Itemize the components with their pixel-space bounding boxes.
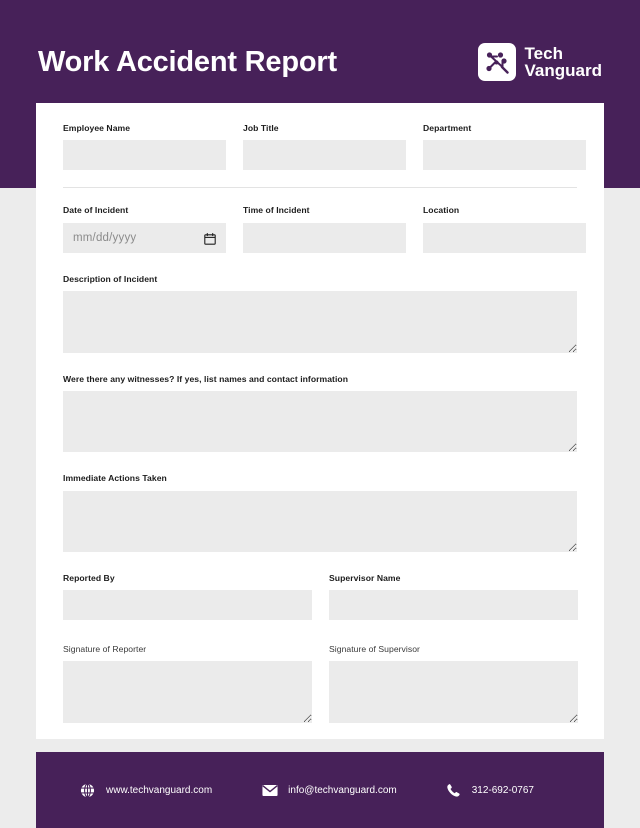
field-reported-by: Reported By: [63, 573, 312, 620]
label-description-of-incident: Description of Incident: [63, 273, 158, 284]
row-identity: Employee Name Job Title Department: [63, 123, 586, 171]
form-card: Employee Name Job Title Department Date …: [36, 103, 604, 740]
row-signatures: Signature of Reporter Signature of Super…: [63, 643, 578, 724]
input-job-title[interactable]: [243, 140, 406, 171]
field-location: Location: [423, 205, 586, 253]
report-page: Work Accident Report Tech Vanguard Emplo…: [0, 0, 640, 828]
label-immediate-actions: Immediate Actions Taken: [63, 473, 167, 484]
field-employee-name: Employee Name: [63, 123, 226, 171]
input-signature-supervisor[interactable]: [329, 661, 578, 724]
field-time-of-incident: Time of Incident: [243, 205, 406, 253]
input-immediate-actions[interactable]: [63, 490, 577, 552]
brand-logo: Tech Vanguard: [477, 43, 602, 81]
input-date-of-incident[interactable]: mm/dd/yyyy: [63, 222, 226, 253]
row-incident: Date of Incident mm/dd/yyyy Time of Inci…: [63, 205, 586, 253]
contact-phone[interactable]: 312-692-0767: [445, 782, 534, 799]
field-witnesses: Were there any witnesses? If yes, list n…: [63, 373, 577, 453]
field-signature-supervisor: Signature of Supervisor: [329, 643, 578, 724]
page-title: Work Accident Report: [38, 45, 337, 78]
field-supervisor-name: Supervisor Name: [329, 573, 578, 620]
contact-website[interactable]: www.techvanguard.com: [79, 782, 212, 799]
label-time-of-incident: Time of Incident: [243, 205, 310, 216]
label-location: Location: [423, 205, 460, 216]
globe-icon: [79, 782, 96, 799]
contact-website-text: www.techvanguard.com: [106, 784, 213, 796]
footer-band: www.techvanguard.com info@techvanguard.c…: [36, 752, 604, 828]
label-job-title: Job Title: [243, 123, 279, 133]
field-description-of-incident: Description of Incident: [63, 274, 577, 353]
input-reported-by[interactable]: [63, 589, 312, 620]
phone-icon: [445, 782, 462, 799]
calendar-icon[interactable]: [204, 232, 216, 245]
date-placeholder-text: mm/dd/yyyy: [73, 231, 137, 244]
field-job-title: Job Title: [243, 123, 406, 171]
label-reported-by: Reported By: [63, 572, 115, 583]
field-immediate-actions: Immediate Actions Taken: [63, 473, 577, 552]
input-employee-name[interactable]: [63, 140, 226, 171]
field-signature-reporter: Signature of Reporter: [63, 643, 312, 724]
input-supervisor-name[interactable]: [329, 589, 578, 620]
label-witnesses: Were there any witnesses? If yes, list n…: [63, 373, 349, 384]
field-date-of-incident: Date of Incident mm/dd/yyyy: [63, 205, 226, 253]
input-signature-reporter[interactable]: [63, 661, 312, 724]
circuit-nodes-icon: [477, 43, 516, 81]
field-department: Department: [423, 123, 586, 171]
row-reporters: Reported By Supervisor Name: [63, 573, 578, 620]
label-employee-name: Employee Name: [63, 123, 131, 133]
contact-email-text: info@techvanguard.com: [288, 784, 397, 796]
envelope-icon: [261, 782, 278, 799]
brand-name: Tech Vanguard: [524, 43, 602, 80]
input-department[interactable]: [423, 140, 586, 171]
contact-phone-text: 312-692-0767: [471, 784, 534, 796]
brand-name-line2: Vanguard: [524, 61, 602, 80]
label-signature-supervisor: Signature of Supervisor: [329, 643, 420, 654]
label-supervisor-name: Supervisor Name: [329, 572, 401, 583]
header-content: Work Accident Report Tech Vanguard: [38, 34, 602, 90]
input-time-of-incident[interactable]: [243, 222, 406, 253]
contact-email[interactable]: info@techvanguard.com: [261, 782, 397, 799]
input-witnesses[interactable]: [63, 391, 577, 453]
label-signature-reporter: Signature of Reporter: [63, 643, 147, 654]
label-department: Department: [423, 123, 472, 133]
label-date-of-incident: Date of Incident: [63, 205, 129, 216]
input-location[interactable]: [423, 222, 586, 253]
input-description-of-incident[interactable]: [63, 290, 577, 353]
brand-name-line1: Tech: [524, 43, 563, 63]
